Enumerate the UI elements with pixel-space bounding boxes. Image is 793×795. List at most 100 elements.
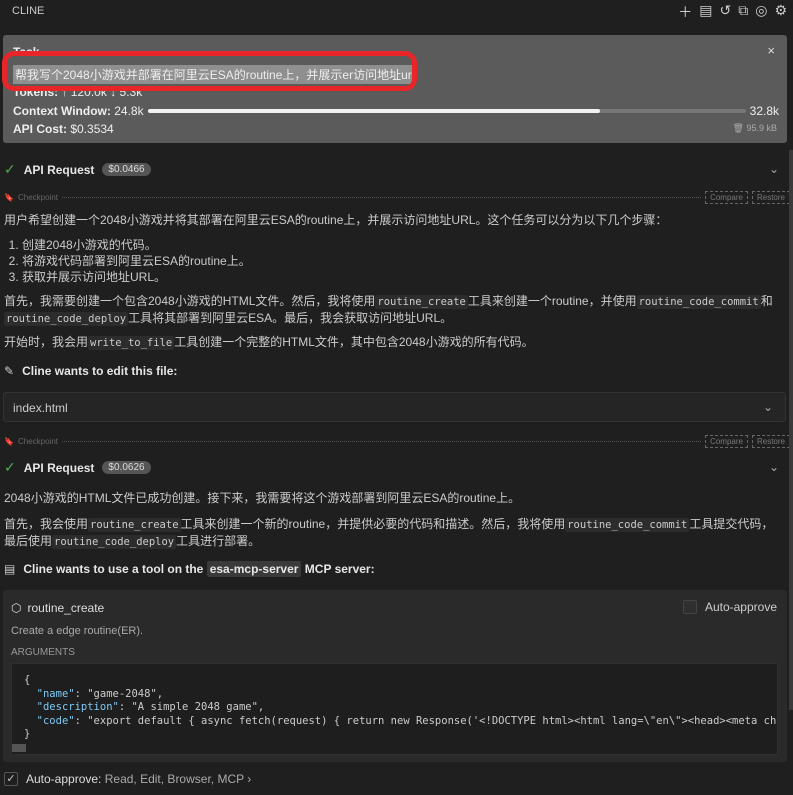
message-paragraph: 开始时，我会用 write_to_file 工具创建一个完整的HTML文件，其中包含…: [4, 334, 784, 351]
restore-button[interactable]: Restore: [751, 191, 790, 204]
text: MCP server:: [304, 562, 375, 576]
popout-icon[interactable]: ⧉: [738, 2, 748, 22]
inline-code: routine_create: [88, 518, 181, 532]
checkpoint-label: Checkpoint: [17, 437, 58, 446]
tool-name-row: ⬡ routine_create: [11, 601, 104, 615]
arguments-label: ARGUMENTS: [11, 647, 75, 658]
message-paragraph: 首先，我需要创建一个包含2048小游戏的HTML文件。然后，我将使用 routin…: [4, 293, 784, 327]
context-used: 24.8k: [114, 104, 144, 118]
inline-code: write_to_file: [88, 336, 175, 350]
message-paragraph: 用户希望创建一个2048小游戏并将其部署在阿里云ESA的routine上，并展示…: [4, 213, 668, 227]
api-cost-row: API Cost: $0.3534: [13, 122, 114, 136]
list-item: 将游戏代码部署到阿里云ESA的routine上。: [22, 253, 784, 269]
text: 首先，我需要创建一个包含2048小游戏的HTML文件。然后，我将使用: [4, 294, 376, 308]
file-accordion[interactable]: index.html ⌄: [3, 392, 786, 422]
edit-file-label: Cline wants to edit this file:: [22, 364, 178, 378]
auto-approve-checkbox[interactable]: ✓: [4, 772, 18, 786]
bookmark-icon: 🔖: [4, 437, 14, 446]
api-request-2[interactable]: ✓ API Request $0.0626: [4, 459, 151, 476]
inline-code: routine_code_deploy: [52, 535, 177, 549]
vertical-scrollbar[interactable]: [789, 150, 793, 710]
text: 开始时，我会用: [4, 335, 89, 349]
tool-description: Create a edge routine(ER).: [11, 625, 144, 637]
check-icon: ✓: [4, 459, 16, 475]
arg-value: : "export default { async fetch(request)…: [74, 714, 777, 727]
auto-approve-label: Auto-approve: [704, 600, 777, 614]
auto-approve-bar[interactable]: ✓ Auto-approve: Read, Edit, Browser, MCP…: [4, 772, 251, 786]
arg-key: "name": [36, 687, 75, 700]
inline-code: routine_create: [375, 295, 468, 309]
api-request-cost: $0.0466: [102, 163, 151, 176]
header: CLINE ＋ ▤ ↺ ⧉ ◎ ⚙: [0, 0, 793, 28]
trash-icon: 🗑: [732, 123, 744, 133]
restore-button[interactable]: Restore: [751, 435, 790, 448]
chevron-right-icon: ›: [247, 772, 252, 786]
tool-auto-approve[interactable]: Auto-approve: [682, 600, 777, 614]
api-request-label: API Request: [23, 460, 95, 475]
auto-approve-value: Read, Edit, Browser, MCP: [104, 772, 244, 786]
context-max: 32.8k: [749, 104, 779, 118]
arg-value: : "A simple 2048 game",: [118, 701, 265, 713]
check-icon: ✓: [4, 161, 16, 177]
mcp-tool-header: ▤ Cline wants to use a tool on the esa-m…: [4, 561, 375, 577]
compare-button[interactable]: Compare: [705, 191, 748, 204]
plus-icon[interactable]: ＋: [678, 2, 692, 22]
tool-name: routine_create: [27, 601, 105, 615]
mcp-header-text: Cline wants to use a tool on the esa-mcp…: [23, 561, 375, 577]
file-name: index.html: [13, 401, 68, 415]
auto-approve-checkbox[interactable]: [682, 600, 697, 614]
text: 首先，我会使用: [4, 517, 89, 531]
edit-file-header: ✎ Cline wants to edit this file:: [4, 364, 177, 378]
text: 工具来创建一个新的routine，并提供必要的代码和描述。然后，我将使用: [180, 517, 566, 531]
task-size: 95.9 kB: [746, 123, 777, 133]
text: 工具创建一个完整的HTML文件，其中包含2048小游戏的所有代码。: [174, 335, 534, 349]
delete-task-button[interactable]: 🗑 95.9 kB: [733, 123, 777, 134]
api-request-label: API Request: [23, 162, 95, 177]
history-icon[interactable]: ↺: [719, 2, 731, 22]
horizontal-scrollbar[interactable]: [12, 744, 26, 752]
context-progress-bar: [147, 109, 746, 113]
tool-card: ⬡ routine_create Auto-approve Create a ed…: [3, 590, 787, 762]
context-progress-fill: [147, 109, 600, 113]
app-title: CLINE: [12, 5, 45, 17]
api-request-1[interactable]: ✓ API Request $0.0466: [4, 161, 151, 178]
message-paragraph: 2048小游戏的HTML文件已成功创建。接下来，我需要将这个游戏部署到阿里云ES…: [4, 491, 521, 505]
checkpoint-2: 🔖 Checkpoint Compare Restore: [4, 435, 790, 448]
server-name: esa-mcp-server: [206, 561, 302, 577]
bookmark-icon: 🔖: [4, 193, 14, 202]
text: Cline wants to use a tool on the: [23, 562, 204, 576]
highlight-annotation: [2, 51, 417, 91]
text: 工具来创建一个routine，并使用: [467, 294, 637, 308]
account-icon[interactable]: ◎: [755, 2, 767, 22]
auto-approve-text: Auto-approve: Read, Edit, Browser, MCP ›: [26, 772, 251, 786]
arguments-code-block[interactable]: { "name": "game-2048", "description": "A…: [11, 663, 778, 755]
pencil-icon: ✎: [4, 364, 15, 378]
arg-key: "code": [36, 714, 75, 727]
compare-button[interactable]: Compare: [705, 435, 748, 448]
chevron-down-icon[interactable]: ⌄: [769, 162, 779, 176]
checkpoint-1: 🔖 Checkpoint Compare Restore: [4, 191, 790, 204]
api-cost-value: $0.3534: [70, 122, 114, 136]
text: 工具将其部署到阿里云ESA。最后，我会获取访问地址URL。: [128, 311, 453, 325]
context-label: Context Window:: [13, 104, 111, 118]
checkpoint-label: Checkpoint: [17, 193, 58, 202]
arg-key: "description": [36, 701, 119, 713]
cube-icon: ⬡: [11, 601, 22, 615]
list-item: 获取并展示访问地址URL。: [22, 269, 784, 285]
gear-icon[interactable]: ⚙: [774, 2, 787, 22]
steps-list: 创建2048小游戏的代码。将游戏代码部署到阿里云ESA的routine上。获取并…: [4, 237, 784, 285]
api-request-cost: $0.0626: [102, 461, 151, 474]
mcp-server-icon[interactable]: ▤: [699, 2, 712, 22]
close-icon[interactable]: ×: [767, 43, 775, 58]
message-paragraph: 首先，我会使用 routine_create 工具来创建一个新的routine，并提…: [4, 516, 784, 550]
inline-code: routine_code_commit: [565, 518, 690, 532]
text: 工具进行部署。: [176, 534, 261, 548]
arg-value: : "game-2048",: [74, 687, 164, 700]
text: 和: [760, 294, 773, 308]
context-window-row: Context Window: 24.8k 32.8k: [13, 104, 779, 118]
inline-code: routine_code_deploy: [4, 312, 129, 326]
api-cost-label: API Cost:: [13, 122, 67, 136]
inline-code: routine_code_commit: [636, 295, 761, 309]
auto-approve-label: Auto-approve:: [26, 772, 102, 786]
chevron-down-icon[interactable]: ⌄: [769, 460, 779, 474]
